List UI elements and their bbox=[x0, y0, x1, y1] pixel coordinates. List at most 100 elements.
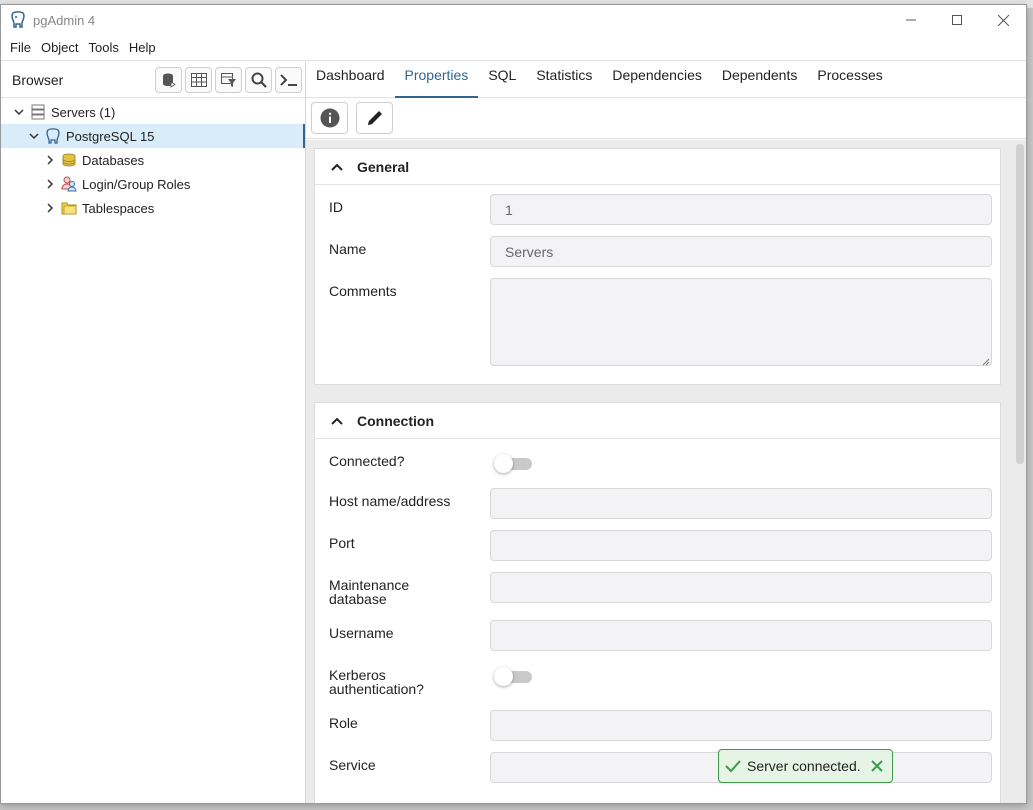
table-icon bbox=[190, 72, 207, 87]
kerberos-label-line1: Kerberos bbox=[329, 667, 386, 683]
menu-help[interactable]: Help bbox=[124, 40, 161, 55]
id-field: ID 1 bbox=[329, 194, 992, 231]
checkmark-icon bbox=[725, 759, 741, 773]
comments-textarea[interactable] bbox=[490, 278, 992, 366]
chevron-up-icon[interactable] bbox=[331, 417, 343, 425]
pencil-icon bbox=[367, 111, 382, 125]
chevron-right-icon[interactable] bbox=[43, 153, 57, 167]
tree-label-servers: Servers (1) bbox=[51, 104, 116, 120]
object-tree: Servers (1) PostgreSQL 15 Databases Logi… bbox=[1, 98, 305, 220]
browser-panel: Browser Servers (1) PostgreSQL 15 Databa… bbox=[1, 62, 306, 803]
id-label: ID bbox=[329, 199, 343, 215]
tablespaces-folder-icon bbox=[61, 200, 77, 216]
comments-field: Comments bbox=[329, 278, 992, 372]
tree-node-login-roles[interactable]: Login/Group Roles bbox=[1, 172, 305, 196]
tab-statistics[interactable]: Statistics bbox=[526, 61, 602, 97]
table-filter-icon bbox=[220, 72, 236, 87]
close-icon bbox=[997, 14, 1009, 26]
menu-object[interactable]: Object bbox=[36, 40, 84, 55]
name-input[interactable]: Servers bbox=[490, 236, 992, 267]
id-input[interactable]: 1 bbox=[490, 194, 992, 225]
query-tool-button[interactable] bbox=[155, 66, 182, 93]
pgadmin-elephant-icon bbox=[7, 9, 29, 31]
group-roles-icon bbox=[61, 176, 77, 192]
maintenance-db-field: Maintenance database bbox=[329, 572, 992, 609]
port-label: Port bbox=[329, 535, 355, 551]
properties-content: General ID 1 Name Servers Comments Conne… bbox=[306, 140, 1026, 803]
username-field: Username bbox=[329, 620, 992, 657]
tree-label-login-roles: Login/Group Roles bbox=[82, 176, 191, 192]
menu-bar: File Object Tools Help bbox=[1, 35, 1026, 61]
host-field: Host name/address bbox=[329, 488, 992, 525]
chevron-down-icon[interactable] bbox=[12, 105, 26, 119]
tree-node-postgresql-15[interactable]: PostgreSQL 15 bbox=[1, 124, 305, 148]
tree-node-tablespaces[interactable]: Tablespaces bbox=[1, 196, 305, 220]
vertical-scrollbar[interactable] bbox=[1016, 144, 1024, 464]
kerberos-label-line2: authentication? bbox=[329, 681, 424, 697]
tree-label-tablespaces: Tablespaces bbox=[82, 200, 155, 216]
browser-title: Browser bbox=[12, 71, 64, 88]
port-input[interactable] bbox=[490, 530, 992, 561]
search-objects-button[interactable] bbox=[245, 66, 272, 93]
view-data-button[interactable] bbox=[185, 66, 212, 93]
postgresql-elephant-icon bbox=[45, 128, 61, 144]
connection-header[interactable]: Connection bbox=[315, 403, 1000, 439]
name-field: Name Servers bbox=[329, 236, 992, 273]
tab-processes[interactable]: Processes bbox=[807, 61, 892, 97]
minimize-button[interactable] bbox=[888, 5, 934, 35]
general-title: General bbox=[357, 158, 410, 175]
filter-rows-button[interactable] bbox=[215, 66, 242, 93]
search-icon bbox=[251, 72, 267, 88]
edit-button[interactable] bbox=[356, 102, 393, 134]
username-input[interactable] bbox=[490, 620, 992, 651]
role-input[interactable] bbox=[490, 710, 992, 741]
maximize-button[interactable] bbox=[934, 5, 980, 35]
tree-node-servers[interactable]: Servers (1) bbox=[1, 100, 305, 124]
psql-tool-button[interactable] bbox=[275, 66, 302, 93]
menu-tools[interactable]: Tools bbox=[84, 40, 124, 55]
maintenance-db-input[interactable] bbox=[490, 572, 992, 603]
terminal-icon bbox=[279, 73, 297, 86]
close-toast-icon[interactable] bbox=[870, 760, 883, 772]
info-button[interactable] bbox=[311, 102, 348, 134]
chevron-down-icon[interactable] bbox=[27, 129, 41, 143]
main-panel: Dashboard Properties SQL Statistics Depe… bbox=[306, 62, 1026, 803]
general-header[interactable]: General bbox=[315, 149, 1000, 185]
username-label: Username bbox=[329, 625, 394, 641]
host-input[interactable] bbox=[490, 488, 992, 519]
host-label: Host name/address bbox=[329, 493, 451, 509]
chevron-right-icon[interactable] bbox=[43, 177, 57, 191]
name-label: Name bbox=[329, 241, 367, 257]
maintenance-db-label-line1: Maintenance bbox=[329, 577, 410, 593]
tab-sql[interactable]: SQL bbox=[478, 61, 526, 97]
toast-message: Server connected. bbox=[747, 758, 861, 774]
close-window-button[interactable] bbox=[980, 5, 1026, 35]
title-bar: pgAdmin 4 bbox=[1, 5, 1026, 35]
tab-dependents[interactable]: Dependents bbox=[712, 61, 808, 97]
port-field: Port bbox=[329, 530, 992, 567]
resize-handle-icon[interactable] bbox=[982, 358, 990, 366]
chevron-right-icon[interactable] bbox=[43, 201, 57, 215]
tree-node-databases[interactable]: Databases bbox=[1, 148, 305, 172]
connected-field: Connected? bbox=[329, 454, 992, 474]
info-icon bbox=[320, 108, 339, 128]
properties-toolbar bbox=[306, 98, 1026, 139]
tab-dependencies[interactable]: Dependencies bbox=[602, 61, 712, 97]
role-field: Role bbox=[329, 710, 992, 747]
tree-label-server: PostgreSQL 15 bbox=[66, 128, 155, 144]
menu-file[interactable]: File bbox=[5, 40, 36, 55]
chevron-up-icon[interactable] bbox=[331, 163, 343, 171]
databases-icon bbox=[61, 152, 77, 168]
minimize-icon bbox=[906, 19, 916, 21]
tab-dashboard[interactable]: Dashboard bbox=[306, 61, 395, 97]
kerberos-toggle[interactable] bbox=[494, 667, 532, 686]
servers-icon bbox=[30, 104, 46, 120]
connected-toggle[interactable] bbox=[494, 454, 532, 473]
role-label: Role bbox=[329, 715, 358, 731]
connection-title: Connection bbox=[357, 412, 434, 429]
general-section: General ID 1 Name Servers Comments bbox=[314, 148, 1001, 385]
app-window: pgAdmin 4 File Object Tools Help Browser bbox=[0, 4, 1027, 804]
kerberos-field: Kerberos authentication? bbox=[329, 667, 992, 698]
tab-properties[interactable]: Properties bbox=[394, 61, 479, 98]
maximize-icon bbox=[952, 15, 962, 25]
